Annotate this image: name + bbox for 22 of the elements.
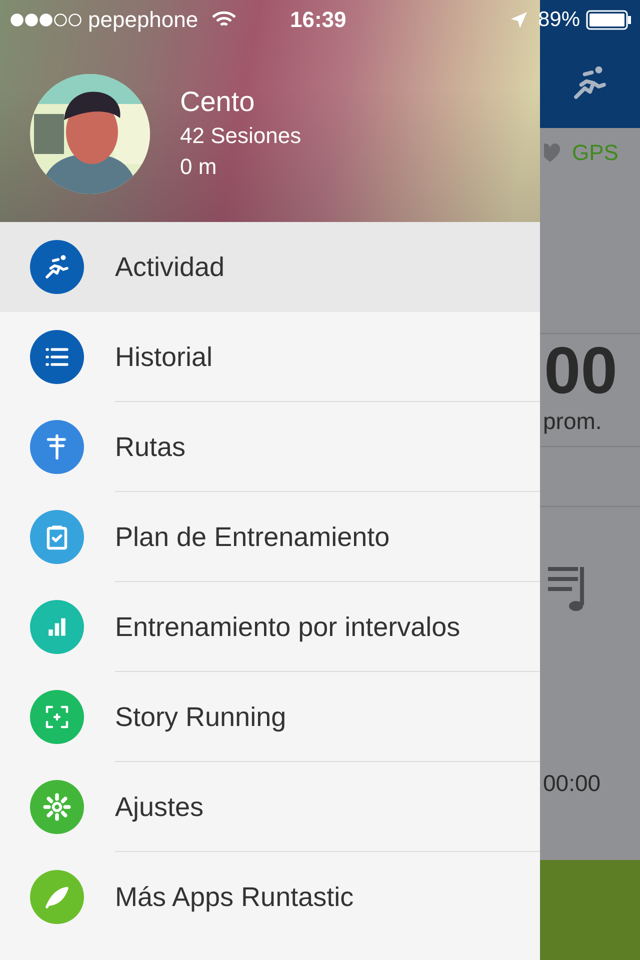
menu-item[interactable]: Plan de Entrenamiento	[0, 492, 540, 582]
location-icon	[510, 11, 528, 29]
signal-icon	[10, 13, 82, 27]
clock: 16:39	[290, 7, 346, 33]
track-end-time: 00:00	[543, 769, 601, 798]
heart-icon	[544, 142, 560, 164]
menu-item[interactable]: Rutas	[0, 402, 540, 492]
menu-item[interactable]: Historial	[0, 312, 540, 402]
menu-item[interactable]: Story Running	[0, 672, 540, 762]
menu-item[interactable]: Entrenamiento por intervalos	[0, 582, 540, 672]
session-count: 42 Sesiones	[180, 122, 302, 150]
menu-item[interactable]: Actividad	[0, 222, 540, 312]
pace-value: 00	[544, 334, 618, 406]
menu-item[interactable]: Más Apps Runtastic	[0, 852, 540, 942]
carrier-name: pepephone	[88, 7, 198, 33]
user-name: Cento	[180, 85, 256, 119]
total-distance: 0 m	[180, 153, 218, 181]
battery-icon	[586, 10, 632, 30]
pace-label: prom.	[543, 407, 602, 436]
start-bar[interactable]	[540, 860, 640, 960]
gps-status: GPS	[572, 140, 618, 166]
menu-item[interactable]: Ajustes	[0, 762, 540, 852]
